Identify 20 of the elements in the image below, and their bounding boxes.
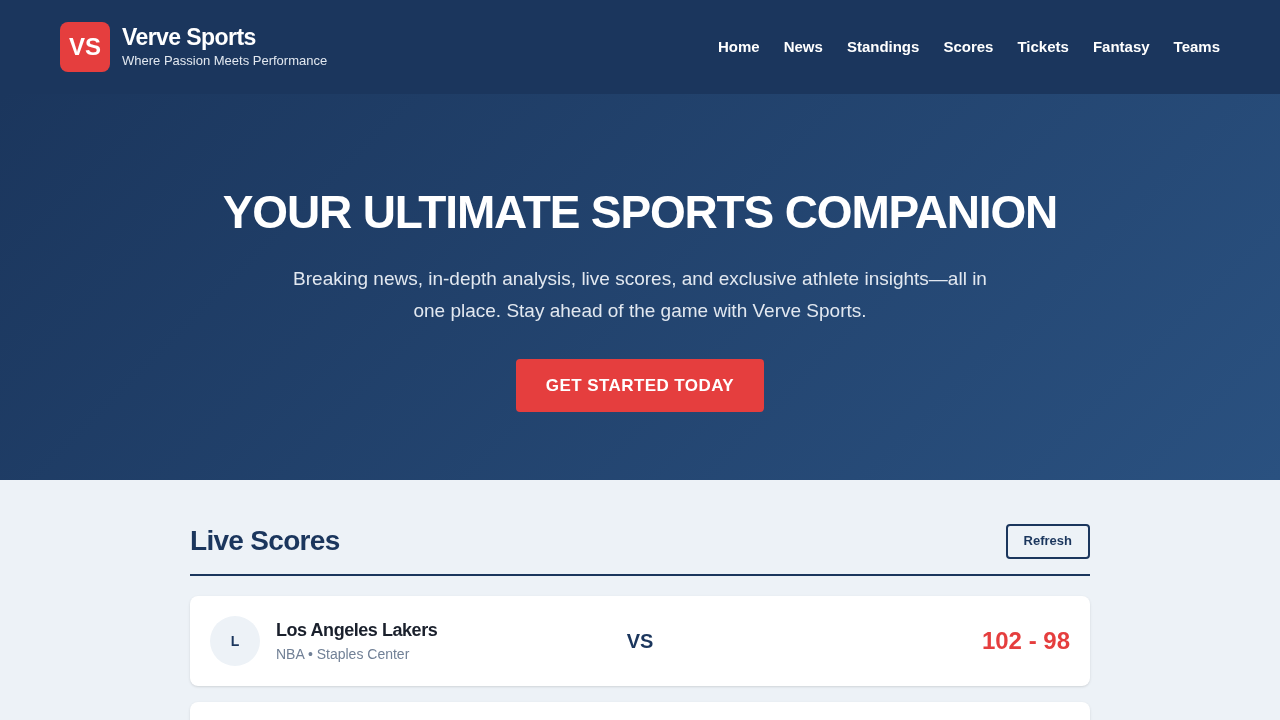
- versus-label: VS: [626, 629, 654, 654]
- hero-title: YOUR ULTIMATE SPORTS COMPANION: [222, 185, 1058, 240]
- game-score: 102 - 98: [981, 626, 1070, 656]
- site-tagline: Where Passion Meets Performance: [122, 52, 328, 71]
- nav-link[interactable]: Standings: [846, 35, 920, 59]
- section-title: Live Scores: [190, 524, 340, 558]
- nav-link[interactable]: Home: [718, 35, 760, 59]
- nav-link[interactable]: Teams: [1173, 35, 1220, 59]
- nav-link[interactable]: Fantasy: [1092, 35, 1150, 59]
- logo-badge: VS: [60, 22, 110, 72]
- team-avatar: L: [210, 616, 260, 666]
- hero-text: Breaking news, in-depth analysis, live scores, and exclusive athlete insights—all in one place. Stay ahead of the game with Verve Sports.: [292, 267, 988, 323]
- nav-link[interactable]: Tickets: [1017, 35, 1069, 59]
- game-meta: NBA • Staples Center: [276, 645, 411, 664]
- nav-link[interactable]: News: [783, 35, 823, 59]
- team-name: Los Angeles Lakers: [276, 619, 438, 642]
- site-title: Verve Sports: [122, 23, 257, 52]
- refresh-button[interactable]: Refresh: [1005, 523, 1090, 559]
- nav-link[interactable]: Scores: [943, 35, 994, 59]
- get-started-button[interactable]: GET STARTED TODAY: [515, 359, 765, 412]
